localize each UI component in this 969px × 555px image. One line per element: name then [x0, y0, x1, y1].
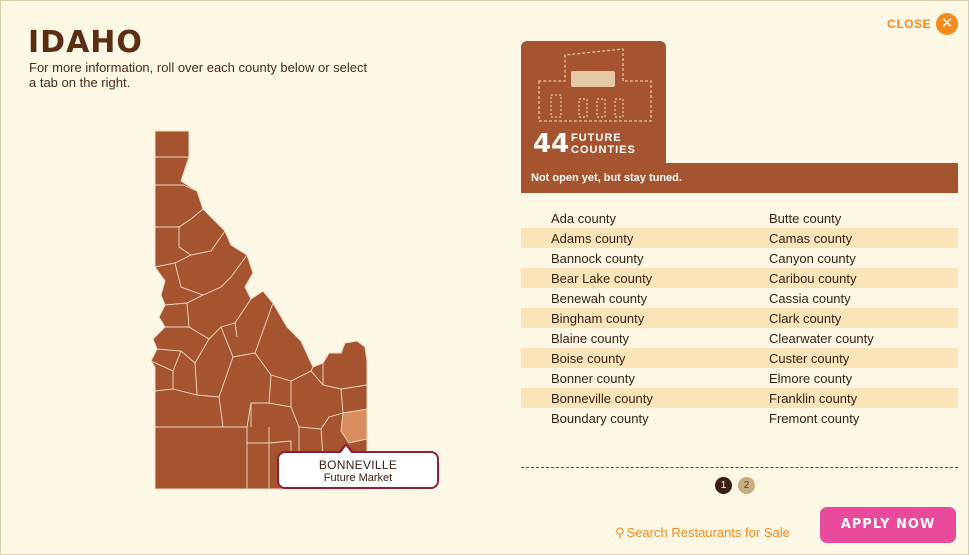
list-row: Bannock county Canyon county	[521, 248, 958, 268]
county-link[interactable]: Benewah county	[521, 291, 739, 306]
tooltip-county-name: BONNEVILLE	[318, 458, 398, 472]
county-tooltip: BONNEVILLE Future Market	[277, 443, 439, 489]
county-link[interactable]: Custer county	[739, 351, 958, 366]
page-1-button[interactable]: 1	[715, 477, 732, 494]
list-row: Bonneville county Franklin county	[521, 388, 958, 408]
county-link[interactable]: Bonner county	[521, 371, 739, 386]
list-row: Adams county Camas county	[521, 228, 958, 248]
page-title: IDAHO	[28, 25, 143, 60]
apply-now-button[interactable]: APPLY NOW	[820, 507, 956, 543]
search-icon: ⚲	[615, 525, 625, 540]
store-icon	[538, 48, 652, 122]
county-link[interactable]: Bonneville county	[521, 391, 739, 406]
list-row: Boise county Custer county	[521, 348, 958, 368]
future-counties-label: FUTURE COUNTIES	[571, 132, 661, 156]
list-row: Blaine county Clearwater county	[521, 328, 958, 348]
list-row: Bingham county Clark county	[521, 308, 958, 328]
close-icon: ✕	[936, 13, 958, 35]
list-row: Bear Lake county Caribou county	[521, 268, 958, 288]
county-link[interactable]: Elmore county	[739, 371, 958, 386]
idaho-county-map[interactable]	[151, 127, 371, 491]
county-link[interactable]: Ada county	[521, 211, 739, 226]
state-info-panel: IDAHO For more information, roll over ea…	[0, 0, 969, 555]
county-list: Ada county Butte county Adams county Cam…	[521, 208, 958, 428]
close-label: CLOSE	[887, 17, 931, 31]
list-row: Bonner county Elmore county	[521, 368, 958, 388]
county-link[interactable]: Boise county	[521, 351, 739, 366]
county-link[interactable]: Cassia county	[739, 291, 958, 306]
county-link[interactable]: Bear Lake county	[521, 271, 739, 286]
close-button[interactable]: CLOSE ✕	[887, 13, 958, 35]
search-restaurants-link[interactable]: ⚲ Search Restaurants for Sale	[615, 525, 790, 541]
page-subtitle: For more information, roll over each cou…	[29, 60, 368, 90]
future-counties-count: 44	[533, 129, 570, 159]
list-row: Benewah county Cassia county	[521, 288, 958, 308]
future-counties-label-line1: FUTURE	[571, 132, 622, 144]
county-link[interactable]: Franklin county	[739, 391, 958, 406]
future-counties-badge: 44 FUTURE COUNTIES	[521, 41, 666, 163]
list-row: Boundary county Fremont county	[521, 408, 958, 428]
county-link[interactable]: Blaine county	[521, 331, 739, 346]
page-2-button[interactable]: 2	[738, 477, 755, 494]
list-divider	[521, 467, 958, 468]
county-link[interactable]: Canyon county	[739, 251, 958, 266]
list-row: Ada county Butte county	[521, 208, 958, 228]
tooltip-county-status: Future Market	[323, 472, 393, 484]
county-link[interactable]: Bannock county	[521, 251, 739, 266]
county-link[interactable]: Fremont county	[739, 411, 958, 426]
status-banner: Not open yet, but stay tuned.	[521, 163, 958, 193]
county-link[interactable]: Bingham county	[521, 311, 739, 326]
county-link[interactable]: Camas county	[739, 231, 958, 246]
county-link[interactable]: Caribou county	[739, 271, 958, 286]
future-counties-label-line2: COUNTIES	[571, 144, 636, 156]
county-link[interactable]: Clark county	[739, 311, 958, 326]
search-restaurants-label: Search Restaurants for Sale	[626, 525, 790, 540]
county-link[interactable]: Clearwater county	[739, 331, 958, 346]
pagination: 1 2	[715, 477, 755, 494]
county-link[interactable]: Butte county	[739, 211, 958, 226]
county-link[interactable]: Adams county	[521, 231, 739, 246]
county-link[interactable]: Boundary county	[521, 411, 739, 426]
